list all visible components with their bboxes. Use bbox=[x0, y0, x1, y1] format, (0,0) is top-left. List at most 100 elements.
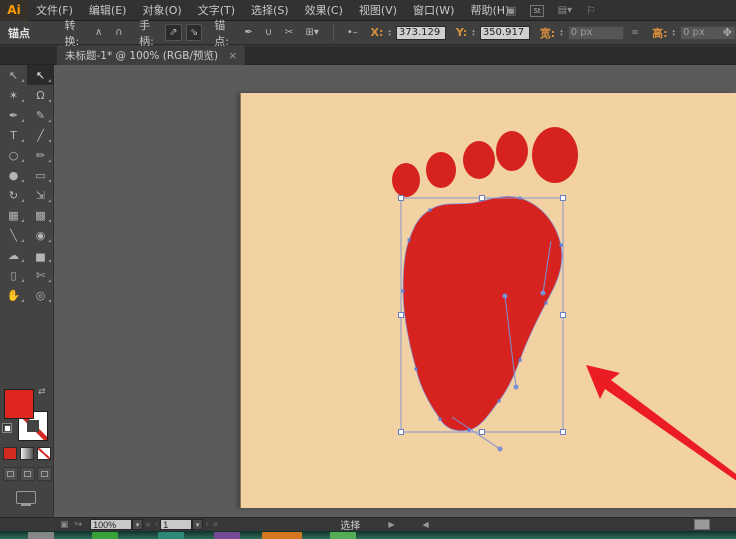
width-input[interactable] bbox=[568, 26, 624, 40]
document-tab-bar: 未标题-1* @ 100% (RGB/预览) × bbox=[0, 46, 736, 65]
fill-swatch[interactable] bbox=[4, 389, 34, 419]
divider bbox=[333, 25, 334, 41]
toe-ellipse-2[interactable] bbox=[426, 152, 456, 188]
scrollbar-thumb[interactable] bbox=[694, 519, 710, 530]
handles-show-button[interactable]: ⇗ bbox=[165, 24, 182, 41]
pen-tool[interactable]: ✒ bbox=[0, 105, 27, 125]
none-button[interactable] bbox=[37, 447, 51, 460]
canvas-viewport[interactable] bbox=[54, 65, 736, 517]
symbol-sprayer-tool[interactable]: ☁ bbox=[0, 245, 27, 265]
perspective-grid-tool[interactable]: ▦ bbox=[0, 205, 27, 225]
blob-brush-tool[interactable]: ● bbox=[0, 165, 27, 185]
foot-sole-shape[interactable] bbox=[403, 196, 562, 430]
artboard-tool[interactable]: ▯ bbox=[0, 265, 27, 285]
document-tab[interactable]: 未标题-1* @ 100% (RGB/预览) × bbox=[57, 46, 246, 65]
rotate-tool[interactable]: ↻ bbox=[0, 185, 27, 205]
draw-behind-button[interactable] bbox=[20, 467, 35, 481]
toe-ellipse-3[interactable] bbox=[463, 141, 495, 179]
draw-normal-button[interactable] bbox=[3, 467, 18, 481]
control-bar: 锚点 转换: ∧ ∩ 手柄: ⇗ ⇘ 锚点: ✒ ∪ ✂ ⊞▾ •– X: ▴▾… bbox=[0, 21, 736, 45]
free-transform-tool[interactable]: ⇲ bbox=[27, 185, 54, 205]
cs-live-icon[interactable]: ⚐ bbox=[586, 4, 596, 17]
handles-label: 手柄: bbox=[139, 17, 161, 49]
color-button[interactable] bbox=[3, 447, 17, 460]
artboard-dropdown-icon[interactable]: ▾ bbox=[192, 519, 203, 530]
convert-smooth-button[interactable]: ∩ bbox=[111, 24, 127, 41]
screen-mode-button[interactable] bbox=[16, 491, 36, 504]
scroll-left-icon[interactable]: ◀ bbox=[422, 520, 428, 529]
x-label: X: bbox=[370, 26, 383, 39]
zoom-dropdown-icon[interactable]: ▾ bbox=[132, 519, 143, 530]
column-graph-tool[interactable]: ▅ bbox=[27, 245, 54, 265]
windows-taskbar[interactable] bbox=[0, 531, 736, 539]
default-fill-stroke-icon[interactable] bbox=[2, 423, 12, 433]
eyedropper-tool[interactable]: ╲ bbox=[0, 225, 27, 245]
eraser-tool[interactable]: ▭ bbox=[27, 165, 54, 185]
zoom-level-field[interactable] bbox=[90, 519, 132, 530]
pencil-tool[interactable]: ✏ bbox=[27, 145, 54, 165]
stock-icon[interactable]: St bbox=[530, 5, 543, 17]
illustrator-window: Ai 文件(F) 编辑(E) 对象(O) 文字(T) 选择(S) 效果(C) 视… bbox=[0, 0, 736, 539]
align-dropdown-button[interactable]: ⊞▾ bbox=[301, 24, 323, 41]
selection-tool[interactable]: ↖ bbox=[0, 65, 27, 85]
toe-ellipse-4[interactable] bbox=[496, 131, 528, 171]
line-segment-tool[interactable]: ╱ bbox=[27, 125, 54, 145]
hand-tool[interactable]: ✋ bbox=[0, 285, 27, 305]
taskbar-item[interactable] bbox=[28, 532, 54, 539]
handles-hide-button[interactable]: ⇘ bbox=[186, 24, 203, 41]
status-icon-2[interactable]: ↪ bbox=[75, 520, 83, 530]
isolate-button[interactable]: •– bbox=[344, 24, 360, 41]
taskbar-item-active[interactable] bbox=[262, 532, 302, 539]
taskbar-item[interactable] bbox=[92, 532, 118, 539]
close-icon[interactable]: × bbox=[228, 49, 237, 62]
ellipse-tool[interactable]: ○ bbox=[0, 145, 27, 165]
anchor-connect-button[interactable]: ∪ bbox=[261, 24, 277, 41]
menu-select[interactable]: 选择(S) bbox=[243, 0, 297, 21]
menu-effect[interactable]: 效果(C) bbox=[297, 0, 351, 21]
scroll-right-icon[interactable]: ▶ bbox=[388, 520, 394, 529]
taskbar-item[interactable] bbox=[330, 532, 356, 539]
menu-edit[interactable]: 编辑(E) bbox=[81, 0, 135, 21]
type-tool[interactable]: T bbox=[0, 125, 27, 145]
taskbar-item[interactable] bbox=[158, 532, 184, 539]
chevron-down-icon: ▾ bbox=[314, 27, 319, 38]
big-toe-ellipse[interactable] bbox=[532, 127, 578, 183]
arrange-documents-icon[interactable]: ▣ bbox=[506, 4, 516, 17]
anchor-cut-button[interactable]: ✂ bbox=[281, 24, 297, 41]
width-stepper[interactable]: ▴▾ bbox=[560, 29, 563, 37]
prev-artboard-button[interactable]: ‹ bbox=[155, 520, 159, 530]
anchor-delete-button[interactable]: ✒ bbox=[240, 24, 256, 41]
next-artboard-button[interactable]: › bbox=[205, 520, 209, 530]
last-artboard-button[interactable]: » bbox=[213, 520, 219, 530]
transform-icon[interactable]: ✥ bbox=[723, 26, 732, 39]
draw-inside-button[interactable] bbox=[37, 467, 52, 481]
height-stepper[interactable]: ▴▾ bbox=[672, 29, 675, 37]
constrain-link-icon[interactable]: ∞ bbox=[631, 27, 639, 38]
y-label: Y: bbox=[456, 26, 467, 39]
x-stepper[interactable]: ▴▾ bbox=[388, 29, 391, 37]
menu-view[interactable]: 视图(V) bbox=[351, 0, 405, 21]
zoom-tool[interactable]: ◎ bbox=[27, 285, 54, 305]
y-stepper[interactable]: ▴▾ bbox=[472, 29, 475, 37]
convert-corner-button[interactable]: ∧ bbox=[91, 24, 107, 41]
artboard-number-field[interactable] bbox=[160, 519, 192, 530]
direct-selection-tool[interactable]: ↖ bbox=[27, 65, 54, 85]
blend-tool[interactable]: ◉ bbox=[27, 225, 54, 245]
workspace-switcher-icon[interactable]: ▤▾ bbox=[558, 5, 572, 16]
document-title: 未标题-1* @ 100% (RGB/预览) bbox=[65, 48, 218, 63]
taskbar-item[interactable] bbox=[214, 532, 240, 539]
lasso-tool[interactable]: Ω bbox=[27, 85, 54, 105]
x-input[interactable] bbox=[396, 26, 446, 40]
paintbrush-tool[interactable]: ✎ bbox=[27, 105, 54, 125]
width-label: 宽: bbox=[540, 25, 555, 41]
menu-window[interactable]: 窗口(W) bbox=[405, 0, 462, 21]
swap-fill-stroke-icon[interactable]: ⇄ bbox=[38, 387, 46, 397]
y-input[interactable] bbox=[480, 26, 530, 40]
mesh-tool[interactable]: ▩ bbox=[27, 205, 54, 225]
status-icon-1[interactable]: ▣ bbox=[60, 520, 69, 530]
toe-ellipse-1[interactable] bbox=[392, 163, 420, 197]
first-artboard-button[interactable]: « bbox=[145, 520, 151, 530]
gradient-button[interactable] bbox=[20, 447, 34, 460]
slice-tool[interactable]: ✄ bbox=[27, 265, 54, 285]
magic-wand-tool[interactable]: ✶ bbox=[0, 85, 27, 105]
